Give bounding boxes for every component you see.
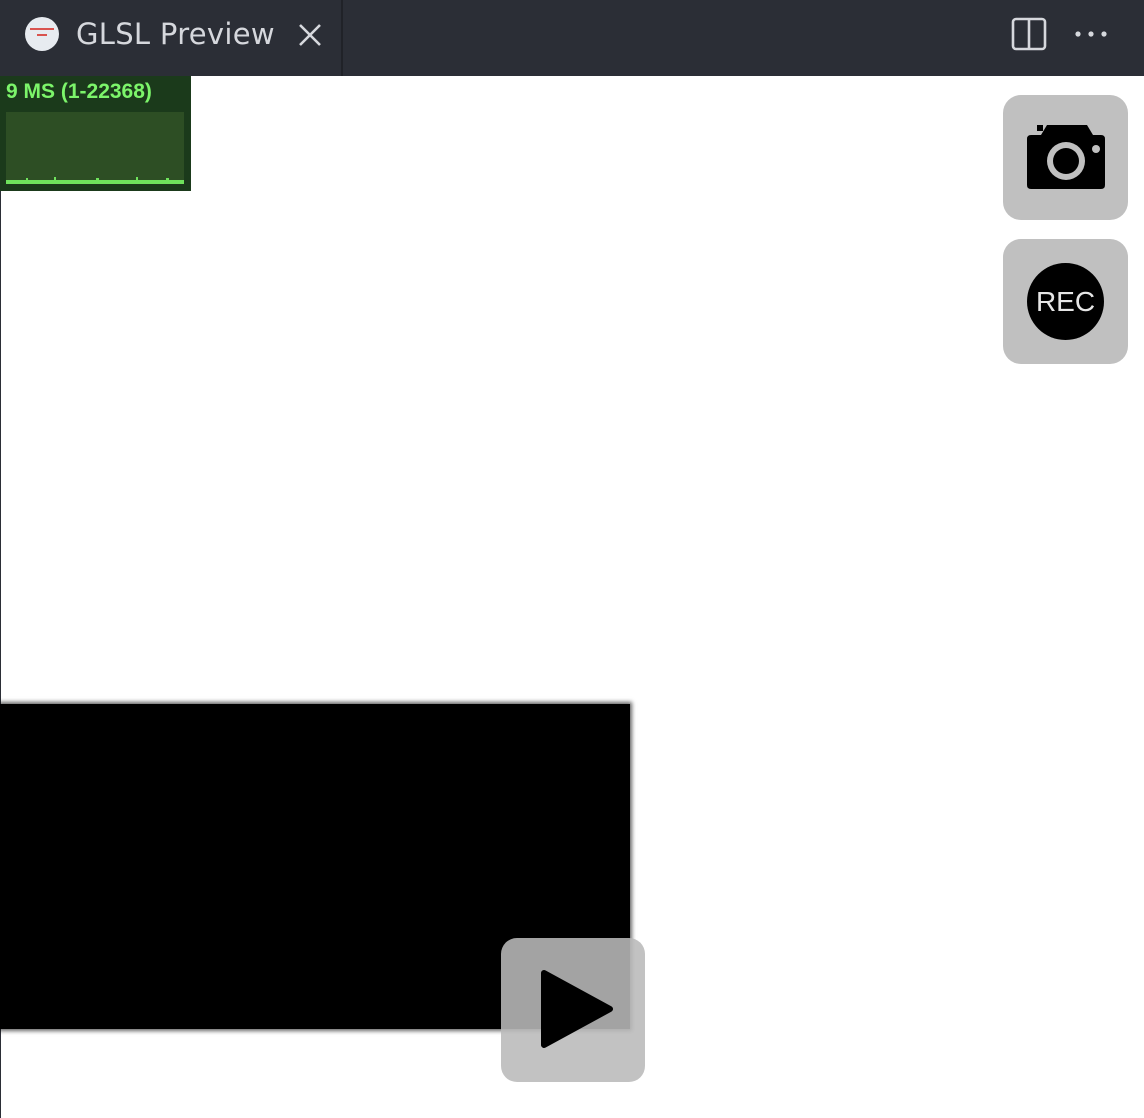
more-actions-icon[interactable] bbox=[1072, 22, 1110, 46]
shader-toy-logo-icon bbox=[25, 17, 59, 51]
editor-tab-bar: GLSL Preview bbox=[0, 0, 1144, 76]
play-button[interactable] bbox=[501, 938, 645, 1082]
split-editor-icon[interactable] bbox=[1011, 17, 1047, 51]
frame-time-bars bbox=[6, 177, 184, 184]
tab-title: GLSL Preview bbox=[76, 17, 275, 51]
frame-time-label: 9 MS (1-22368) bbox=[6, 80, 152, 103]
tab-glsl-preview[interactable]: GLSL Preview bbox=[0, 0, 343, 76]
record-button[interactable]: REC bbox=[1003, 239, 1128, 364]
camera-icon bbox=[1027, 125, 1105, 189]
screenshot-button[interactable] bbox=[1003, 95, 1128, 220]
record-icon: REC bbox=[1027, 263, 1104, 340]
close-icon[interactable] bbox=[295, 20, 325, 50]
play-icon bbox=[541, 970, 613, 1048]
record-label: REC bbox=[1035, 286, 1096, 317]
frame-time-graph bbox=[6, 112, 184, 184]
